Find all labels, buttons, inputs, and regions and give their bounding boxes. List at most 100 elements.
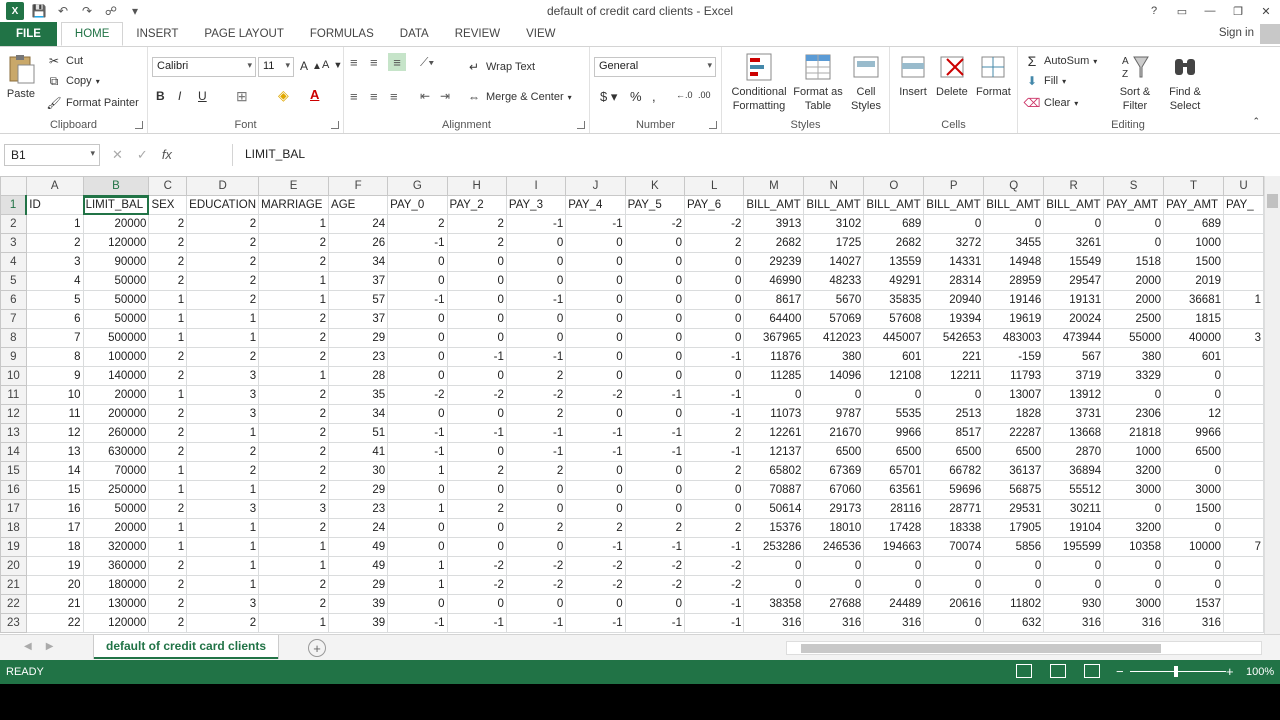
- cancel-icon[interactable]: ✕: [112, 147, 123, 163]
- cell[interactable]: 2: [186, 271, 260, 291]
- cell[interactable]: 20000: [82, 214, 150, 234]
- cell[interactable]: 1: [387, 556, 448, 576]
- cell[interactable]: 1: [148, 537, 188, 557]
- cell[interactable]: 0: [624, 594, 686, 614]
- cell[interactable]: 37: [328, 271, 389, 291]
- cell[interactable]: -2: [505, 575, 567, 595]
- cell[interactable]: 66782: [923, 461, 985, 481]
- column-header[interactable]: C: [148, 176, 188, 196]
- cell[interactable]: 49: [328, 556, 389, 576]
- zoom-slider-knob[interactable]: [1174, 666, 1178, 677]
- cell[interactable]: 3000: [1103, 594, 1165, 614]
- cell[interactable]: 0: [1163, 518, 1224, 538]
- cell[interactable]: 1828: [983, 404, 1045, 424]
- cell[interactable]: 2: [186, 214, 260, 234]
- cell[interactable]: 445007: [863, 328, 925, 348]
- cell[interactable]: -1: [505, 423, 567, 443]
- cell[interactable]: 1: [25, 214, 84, 234]
- cell[interactable]: 12108: [863, 366, 925, 386]
- cell[interactable]: 0: [683, 271, 745, 291]
- cell[interactable]: 0: [446, 442, 507, 462]
- cell[interactable]: 601: [863, 347, 925, 367]
- cell[interactable]: 17905: [983, 518, 1045, 538]
- cell[interactable]: 0: [565, 309, 626, 329]
- cell[interactable]: 2682: [743, 233, 805, 253]
- cell[interactable]: [1223, 271, 1264, 291]
- align-center-icon[interactable]: ≡: [370, 89, 378, 104]
- cell[interactable]: 221: [923, 347, 985, 367]
- cell[interactable]: 11: [25, 404, 84, 424]
- name-box[interactable]: B1: [4, 144, 100, 166]
- cell[interactable]: 2: [683, 518, 745, 538]
- cell[interactable]: 3: [186, 385, 260, 405]
- cell[interactable]: 2: [446, 461, 507, 481]
- row-header[interactable]: 15: [0, 461, 27, 481]
- cell[interactable]: 194663: [863, 537, 925, 557]
- cell[interactable]: 41: [328, 442, 389, 462]
- cell[interactable]: 0: [1163, 366, 1224, 386]
- cell[interactable]: 5856: [983, 537, 1045, 557]
- cell[interactable]: 11285: [743, 366, 805, 386]
- cell[interactable]: 55512: [1043, 480, 1105, 500]
- font-size-select[interactable]: 11: [258, 57, 294, 77]
- enter-icon[interactable]: ✓: [137, 147, 148, 163]
- cell[interactable]: 0: [505, 271, 567, 291]
- cell[interactable]: BILL_AMT: [1043, 195, 1105, 215]
- cell[interactable]: 1: [258, 366, 330, 386]
- tab-file[interactable]: FILE: [0, 22, 57, 46]
- cell[interactable]: 1: [258, 613, 330, 633]
- cell[interactable]: 1: [1223, 290, 1264, 310]
- cell[interactable]: 250000: [82, 480, 150, 500]
- cell[interactable]: -2: [505, 385, 567, 405]
- cell[interactable]: 3102: [803, 214, 865, 234]
- fill-color-icon[interactable]: ◈: [278, 87, 289, 104]
- cell[interactable]: -2: [446, 575, 507, 595]
- cell[interactable]: 12: [25, 423, 84, 443]
- cell[interactable]: [1223, 613, 1264, 633]
- autosum-button[interactable]: Σ AutoSum ▾: [1024, 53, 1098, 69]
- cell[interactable]: 0: [624, 499, 686, 519]
- cell[interactable]: 12211: [923, 366, 985, 386]
- row-header[interactable]: 2: [0, 214, 27, 234]
- align-middle-icon[interactable]: ≡: [370, 55, 378, 70]
- cell[interactable]: 0: [387, 480, 448, 500]
- cell[interactable]: 14948: [983, 252, 1045, 272]
- cell[interactable]: 27688: [803, 594, 865, 614]
- cell[interactable]: 24: [328, 518, 389, 538]
- cell[interactable]: 49: [328, 537, 389, 557]
- row-header[interactable]: 9: [0, 347, 27, 367]
- cell[interactable]: 28314: [923, 271, 985, 291]
- cell[interactable]: 28959: [983, 271, 1045, 291]
- bold-icon[interactable]: B: [156, 89, 165, 103]
- cell[interactable]: 1: [148, 461, 188, 481]
- cell[interactable]: 1518: [1103, 252, 1165, 272]
- cell[interactable]: 2: [505, 366, 567, 386]
- cell[interactable]: -2: [446, 556, 507, 576]
- number-format-select[interactable]: General: [594, 57, 716, 77]
- cell[interactable]: 15549: [1043, 252, 1105, 272]
- cell[interactable]: 253286: [743, 537, 805, 557]
- cell[interactable]: -1: [683, 404, 745, 424]
- column-header[interactable]: U: [1223, 176, 1264, 196]
- align-bottom-icon[interactable]: ≡: [388, 53, 406, 71]
- cell[interactable]: [1223, 214, 1264, 234]
- cell[interactable]: 29239: [743, 252, 805, 272]
- cell[interactable]: 2500: [1103, 309, 1165, 329]
- align-right-icon[interactable]: ≡: [390, 89, 398, 104]
- cell[interactable]: 34: [328, 252, 389, 272]
- cell[interactable]: 6500: [983, 442, 1045, 462]
- cell[interactable]: 1815: [1163, 309, 1224, 329]
- cell[interactable]: 2: [148, 271, 188, 291]
- cell[interactable]: 2: [683, 423, 745, 443]
- avatar[interactable]: [1260, 24, 1280, 44]
- delete-cells-button[interactable]: Delete: [936, 51, 968, 99]
- cell[interactable]: 20940: [923, 290, 985, 310]
- cell[interactable]: 59696: [923, 480, 985, 500]
- cell[interactable]: [1223, 366, 1264, 386]
- cell[interactable]: 367965: [743, 328, 805, 348]
- cell[interactable]: -1: [446, 423, 507, 443]
- cell[interactable]: EDUCATION: [186, 195, 260, 215]
- cell[interactable]: 12137: [743, 442, 805, 462]
- cell[interactable]: 0: [565, 499, 626, 519]
- cell[interactable]: 2: [258, 309, 330, 329]
